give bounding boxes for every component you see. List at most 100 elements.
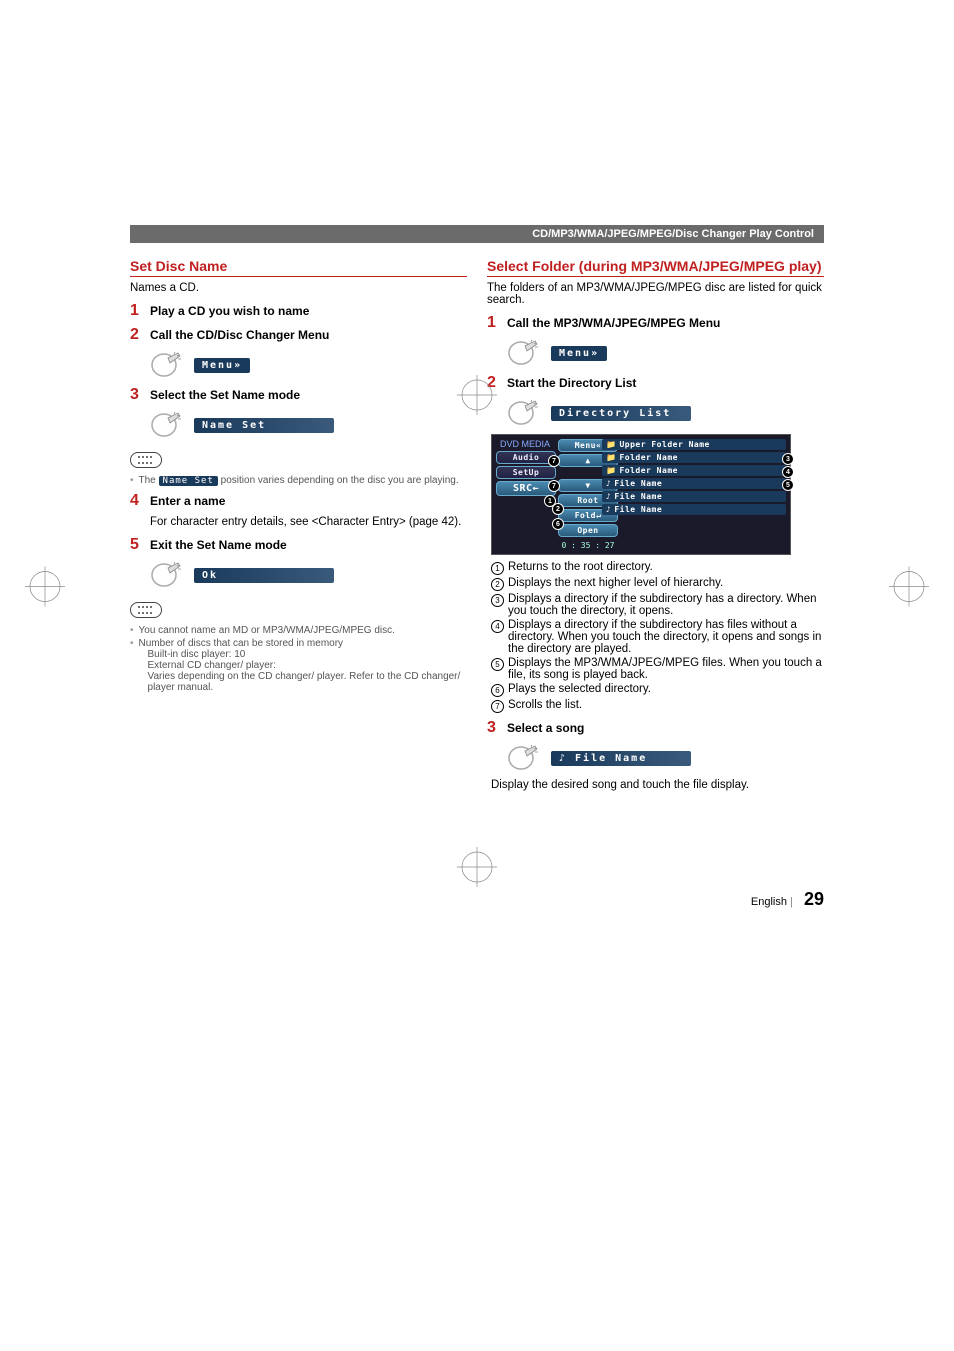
right-column: Select Folder (during MP3/WMA/JPEG/MPEG … [487, 258, 824, 799]
note-list: You cannot name an MD or MP3/WMA/JPEG/MP… [130, 625, 467, 693]
step-1: 1 Call the MP3/WMA/JPEG/MPEG Menu [487, 314, 824, 332]
callout-7b: 7 [548, 480, 560, 492]
finger-button-row: Menu» [150, 350, 467, 380]
enum-item: 4Displays a directory if the subdirector… [491, 619, 824, 655]
ss-file-row[interactable]: ♪File Name [602, 478, 786, 489]
step-number: 1 [487, 314, 501, 332]
enum-number: 3 [491, 594, 504, 607]
step-2: 2 Start the Directory List [487, 374, 824, 392]
touch-finger-icon [150, 560, 186, 590]
ok-button[interactable]: Ok [194, 568, 334, 583]
touch-finger-icon [507, 398, 543, 428]
left-column: Set Disc Name Names a CD. 1 Play a CD yo… [130, 258, 467, 799]
enum-number: 2 [491, 578, 504, 591]
enum-item: 6Plays the selected directory. [491, 683, 824, 697]
ss-setup-button[interactable]: SetUp [496, 466, 556, 479]
step-title: Call the CD/Disc Changer Menu [150, 326, 329, 342]
ss-upper-folder[interactable]: 📁Upper Folder Name [602, 439, 786, 450]
page-number: 29 [804, 889, 824, 909]
step-title: Exit the Set Name mode [150, 536, 287, 552]
step-2: 2 Call the CD/Disc Changer Menu [130, 326, 467, 344]
touch-finger-icon [507, 338, 543, 368]
ss-folder-row[interactable]: 📁Folder Name [602, 452, 786, 463]
name-set-button[interactable]: Name Set [194, 418, 334, 433]
touch-finger-icon [507, 743, 543, 773]
touch-finger-icon [150, 410, 186, 440]
enum-number: 7 [491, 700, 504, 713]
directory-list-button[interactable]: Directory List [551, 406, 691, 421]
step-title: Start the Directory List [507, 374, 636, 390]
callout-5: 5 [782, 479, 794, 491]
manual-page: CD/MP3/WMA/JPEG/MPEG/Disc Changer Play C… [0, 225, 954, 950]
step-3: 3 Select a song [487, 719, 824, 737]
ss-src-button[interactable]: SRC← [496, 481, 556, 496]
step-title: Enter a name [150, 492, 225, 508]
step-1: 1 Play a CD you wish to name [130, 302, 467, 320]
crop-mark-left [25, 566, 65, 609]
step-number: 3 [487, 719, 501, 737]
intro-text: The folders of an MP3/WMA/JPEG/MPEG disc… [487, 282, 824, 306]
callout-2: 2 [552, 503, 564, 515]
step-number: 4 [130, 492, 144, 510]
note-icon [130, 602, 162, 618]
step-title: Call the MP3/WMA/JPEG/MPEG Menu [507, 314, 720, 330]
step-3: 3 Select the Set Name mode [130, 386, 467, 404]
callout-3: 3 [782, 453, 794, 465]
enum-item: 7Scrolls the list. [491, 699, 824, 713]
note-icon [130, 452, 162, 468]
callout-6: 6 [552, 518, 564, 530]
music-note-icon: ♪ [606, 492, 611, 501]
step-number: 5 [130, 536, 144, 554]
menu-button[interactable]: Menu» [551, 346, 607, 361]
inline-name-set-button: Name Set [159, 476, 218, 486]
finger-button-row: ♪ File Name [507, 743, 824, 773]
step-4: 4 Enter a name [130, 492, 467, 510]
ss-audio-button[interactable]: Audio [496, 451, 556, 464]
enum-item: 2Displays the next higher level of hiera… [491, 577, 824, 591]
finger-button-row: Directory List [507, 398, 824, 428]
note-item: You cannot name an MD or MP3/WMA/JPEG/MP… [130, 625, 467, 636]
folder-up-icon: 📁 [606, 440, 616, 449]
ss-title: DVD MEDIA [496, 439, 554, 449]
step-body: Display the desired song and touch the f… [491, 779, 824, 791]
enum-number: 4 [491, 620, 504, 633]
enum-number: 5 [491, 658, 504, 671]
step-title: Select the Set Name mode [150, 386, 300, 402]
section-title-select-folder: Select Folder (during MP3/WMA/JPEG/MPEG … [487, 258, 824, 277]
finger-button-row: Menu» [507, 338, 824, 368]
ss-file-row[interactable]: ♪File Name [602, 504, 786, 515]
screenshot-frame: DVD MEDIA Audio SetUp SRC← Menu« [491, 434, 791, 555]
enum-item: 1Returns to the root directory. [491, 561, 824, 575]
page-footer: English | 29 [50, 889, 904, 910]
step-number: 3 [130, 386, 144, 404]
footer-lang: English [751, 896, 787, 908]
section-title-set-disc-name: Set Disc Name [130, 258, 467, 277]
callout-7: 7 [548, 455, 560, 467]
enum-item: 3Displays a directory if the subdirector… [491, 593, 824, 617]
note-text-post: position varies depending on the disc yo… [221, 475, 459, 486]
content-columns: Set Disc Name Names a CD. 1 Play a CD yo… [50, 258, 904, 799]
folder-icon: 📁 [606, 453, 616, 462]
step-number: 2 [130, 326, 144, 344]
step-title: Play a CD you wish to name [150, 302, 309, 318]
chapter-header-bar: CD/MP3/WMA/JPEG/MPEG/Disc Changer Play C… [130, 225, 824, 243]
ss-file-row[interactable]: ♪File Name [602, 491, 786, 502]
note-list: The Name Set position varies depending o… [130, 475, 467, 486]
menu-button[interactable]: Menu» [194, 358, 250, 373]
enum-item: 5Displays the MP3/WMA/JPEG/MPEG files. W… [491, 657, 824, 681]
music-note-icon: ♪ [606, 479, 611, 488]
crop-mark-right [889, 566, 929, 609]
step-body: For character entry details, see <Charac… [150, 516, 467, 528]
enum-number: 1 [491, 562, 504, 575]
touch-finger-icon [150, 350, 186, 380]
finger-button-row: Ok [150, 560, 467, 590]
music-note-icon: ♪ [606, 505, 611, 514]
folder-icon: 📁 [606, 466, 616, 475]
finger-button-row: Name Set [150, 410, 467, 440]
step-title: Select a song [507, 719, 584, 735]
file-name-button[interactable]: ♪ File Name [551, 751, 691, 766]
callout-4: 4 [782, 466, 794, 478]
intro-text: Names a CD. [130, 282, 467, 294]
enum-list: 1Returns to the root directory. 2Display… [491, 561, 824, 713]
ss-folder-row[interactable]: 📁Folder Name [602, 465, 786, 476]
